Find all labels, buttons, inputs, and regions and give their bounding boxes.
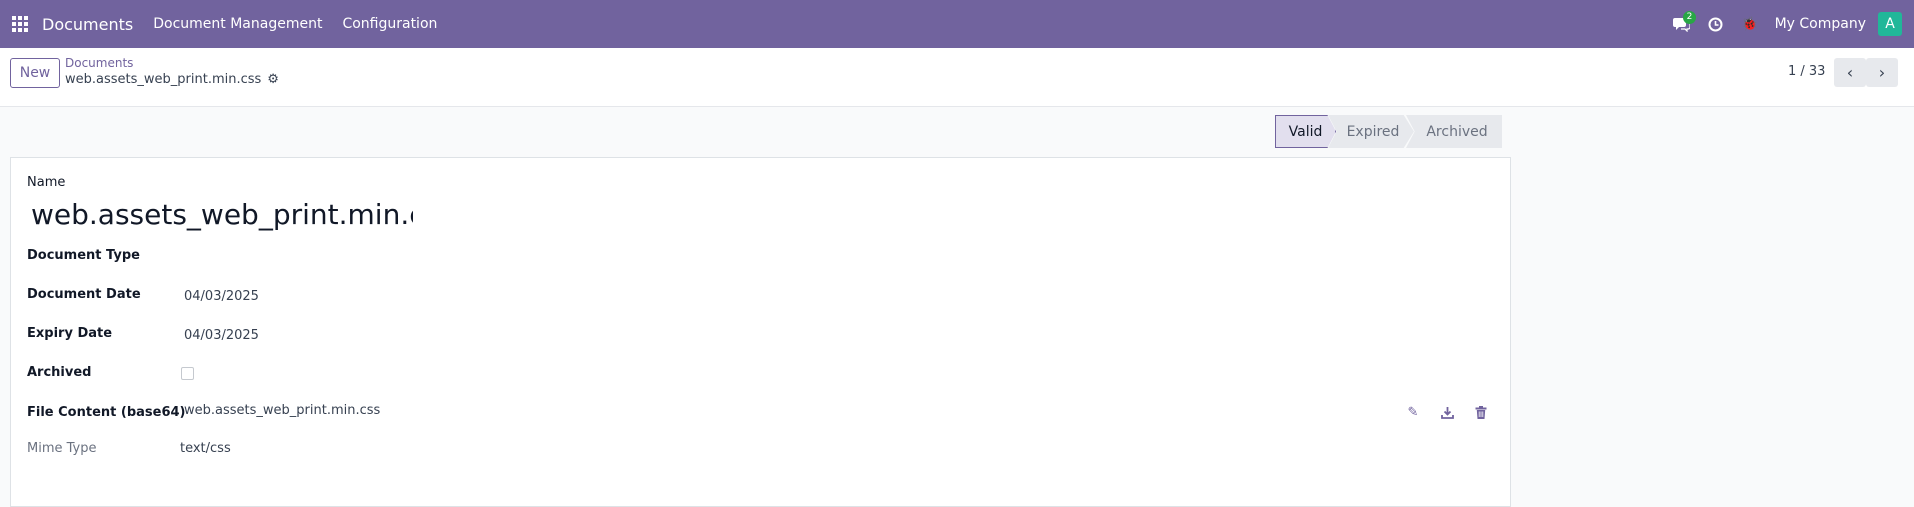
form-sheet: Name web.assets_web_print.min.css Docume… — [10, 157, 1511, 507]
apps-menu-button[interactable] — [0, 0, 40, 48]
stage-archived[interactable]: Archived — [1406, 115, 1502, 148]
file-content-label: File Content (base64) — [27, 405, 186, 420]
new-button[interactable]: New — [10, 58, 60, 88]
archived-label: Archived — [27, 365, 92, 380]
trash-icon — [1475, 405, 1487, 419]
top-navbar: Documents Document Management Configurat… — [0, 0, 1914, 48]
download-icon — [1440, 406, 1454, 419]
company-switcher[interactable]: My Company — [1767, 0, 1878, 48]
name-input[interactable]: web.assets_web_print.min.css — [31, 198, 413, 231]
download-file-button[interactable] — [1438, 403, 1456, 421]
record-title-row: web.assets_web_print.min.css ⚙ — [65, 72, 279, 87]
pager-next-button[interactable]: › — [1866, 58, 1898, 87]
gear-icon[interactable]: ⚙ — [267, 72, 279, 87]
breadcrumb-documents[interactable]: Documents — [65, 56, 133, 70]
app-name[interactable]: Documents — [40, 0, 143, 48]
pager-value[interactable]: 1 / 33 — [1788, 64, 1825, 79]
delete-file-button[interactable] — [1472, 403, 1490, 421]
apps-grid-icon — [12, 16, 28, 32]
pencil-icon: ✎ — [1407, 404, 1419, 420]
mime-type-label: Mime Type — [27, 441, 97, 456]
name-label: Name — [27, 175, 66, 190]
status-bar: Valid Expired Archived — [1275, 115, 1502, 148]
debug-button[interactable]: 🐞 — [1733, 0, 1767, 48]
record-title: web.assets_web_print.min.css — [65, 72, 262, 87]
clock-icon — [1708, 17, 1723, 31]
avatar[interactable]: A — [1878, 12, 1902, 36]
expiry-date-field[interactable]: 04/03/2025 — [184, 328, 259, 343]
chevron-left-icon: ‹ — [1846, 63, 1854, 82]
control-panel: New Documents web.assets_web_print.min.c… — [0, 48, 1914, 107]
document-type-field[interactable] — [184, 248, 484, 266]
document-date-field[interactable]: 04/03/2025 — [184, 289, 259, 304]
menu-document-management[interactable]: Document Management — [143, 0, 332, 48]
pager-previous-button[interactable]: ‹ — [1834, 58, 1866, 87]
activity-button[interactable] — [1699, 0, 1733, 48]
edit-file-button[interactable]: ✎ — [1404, 403, 1422, 421]
document-date-label: Document Date — [27, 287, 141, 302]
mime-type-value: text/css — [180, 441, 231, 456]
archived-checkbox[interactable] — [181, 367, 194, 380]
debug-icon: 🐞 — [1741, 16, 1758, 32]
stage-valid[interactable]: Valid — [1275, 115, 1336, 148]
chat-button[interactable]: 2 — [1665, 0, 1699, 48]
file-content-link[interactable]: web.assets_web_print.min.css — [184, 403, 380, 418]
document-type-label: Document Type — [27, 248, 140, 263]
chat-badge: 2 — [1682, 11, 1697, 24]
expiry-date-label: Expiry Date — [27, 326, 113, 341]
stage-expired[interactable]: Expired — [1328, 115, 1414, 148]
chevron-right-icon: › — [1878, 63, 1886, 82]
menu-configuration[interactable]: Configuration — [332, 0, 447, 48]
